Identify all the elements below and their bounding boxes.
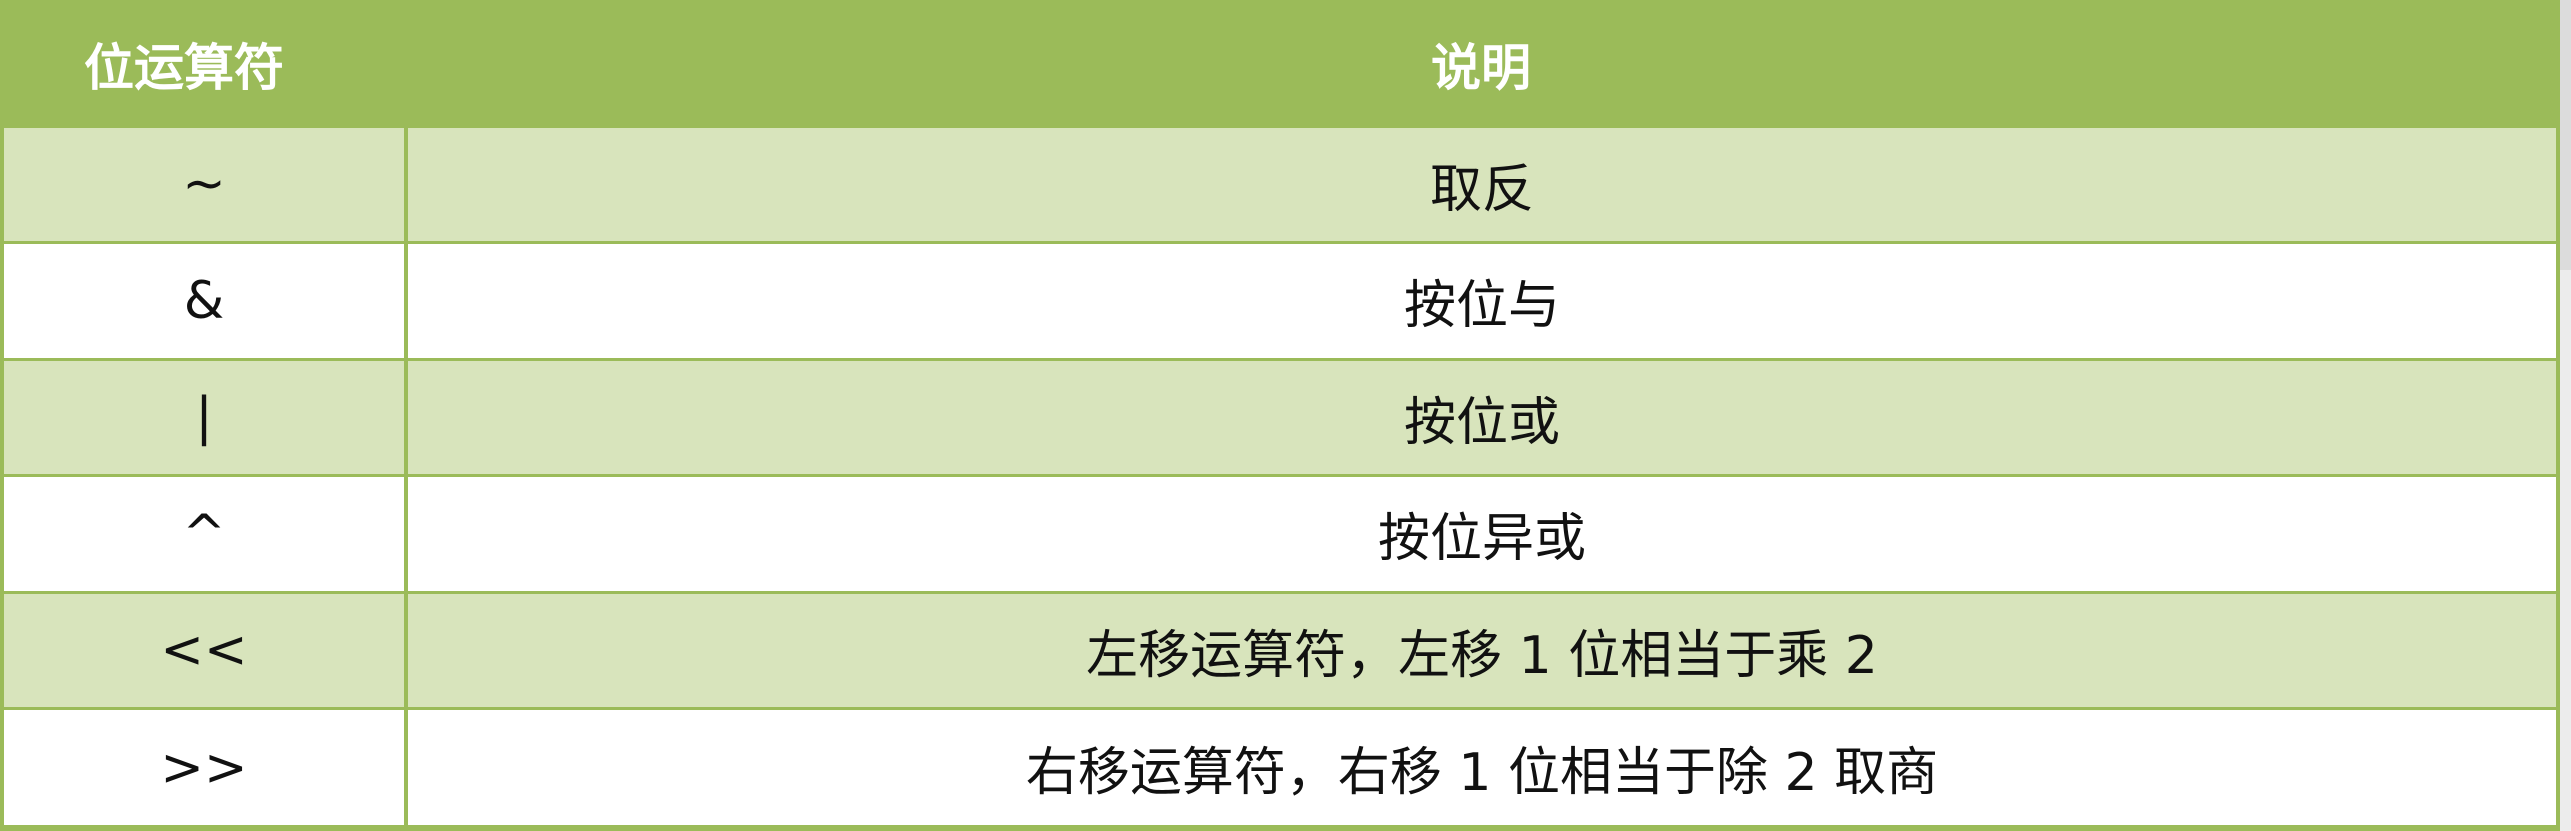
operator-cell: << [4, 590, 408, 709]
operator-cell: & [4, 241, 408, 359]
operator-table: 位运算符 说明 ~ 取反 & 按位与 | 按位或 ^ 按位异或 << 左移运算符… [4, 4, 2556, 825]
description-cell: 左移运算符，左移 1 位相当于乘 2 [406, 590, 2556, 709]
table-row: ^ 按位异或 [4, 474, 2556, 592]
operator-cell: ~ [4, 124, 408, 243]
description-cell: 右移运算符，右移 1 位相当于除 2 取商 [406, 707, 2556, 825]
operator-cell: >> [4, 707, 408, 825]
right-edge-strip [2560, 0, 2571, 270]
operator-cell: | [4, 357, 408, 476]
table-row: & 按位与 [4, 241, 2556, 359]
description-cell: 按位或 [406, 357, 2556, 476]
operator-cell: ^ [4, 474, 408, 592]
description-cell: 按位与 [406, 241, 2556, 359]
table-header-row: 位运算符 说明 [4, 4, 2556, 126]
header-operator: 位运算符 [4, 4, 406, 126]
table-row: << 左移运算符，左移 1 位相当于乘 2 [4, 590, 2556, 709]
right-edge-strip [2560, 270, 2571, 831]
description-cell: 按位异或 [406, 474, 2556, 592]
bitwise-operator-table: 位运算符 说明 ~ 取反 & 按位与 | 按位或 ^ 按位异或 << 左移运算符… [0, 0, 2560, 831]
header-description: 说明 [406, 4, 2556, 126]
table-row: >> 右移运算符，右移 1 位相当于除 2 取商 [4, 707, 2556, 825]
table-row: ~ 取反 [4, 124, 2556, 243]
table-row: | 按位或 [4, 357, 2556, 476]
description-cell: 取反 [406, 124, 2556, 243]
